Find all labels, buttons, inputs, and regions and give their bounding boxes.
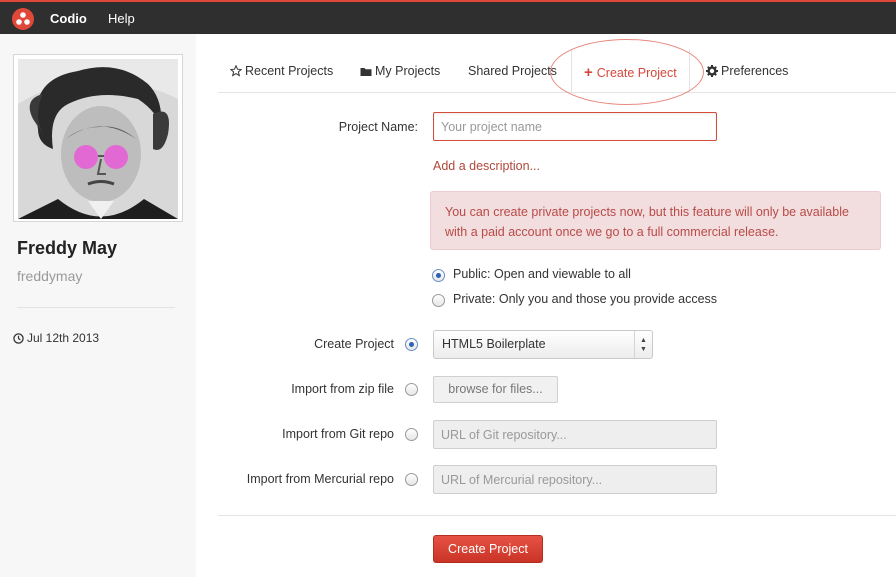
tab-label: Preferences bbox=[721, 64, 789, 78]
create-project-button[interactable]: Create Project bbox=[433, 535, 543, 563]
clock-icon bbox=[13, 333, 24, 344]
profile-sidebar: Freddy May freddymay Jul 12th 2013 bbox=[0, 34, 196, 577]
star-outline-icon bbox=[229, 64, 243, 77]
import-zip-radio[interactable] bbox=[405, 383, 418, 396]
folder-icon bbox=[360, 68, 372, 76]
joined-date-text: Jul 12th 2013 bbox=[27, 331, 100, 345]
codio-logo-icon[interactable] bbox=[12, 8, 34, 30]
gear-icon bbox=[706, 65, 718, 77]
user-handle: freddymay bbox=[17, 268, 83, 284]
tab-label: Shared Projects bbox=[468, 64, 557, 78]
tab-recent-projects[interactable]: Recent Projects bbox=[229, 64, 334, 78]
select-updown-icon: ▲ ▼ bbox=[634, 331, 652, 358]
browse-files-button[interactable]: browse for files... bbox=[433, 376, 558, 403]
form-divider bbox=[218, 515, 896, 516]
project-name-input[interactable] bbox=[433, 112, 717, 141]
import-mercurial-label: Import from Mercurial repo bbox=[246, 472, 394, 486]
tab-label: Recent Projects bbox=[245, 64, 334, 78]
create-project-source-label: Create Project bbox=[314, 337, 394, 351]
tab-label: Create Project bbox=[596, 66, 677, 80]
sidebar-divider bbox=[17, 307, 175, 308]
tab-shared-projects[interactable]: Shared Projects bbox=[468, 64, 557, 78]
import-git-radio[interactable] bbox=[405, 428, 418, 441]
template-select-value: HTML5 Boilerplate bbox=[442, 337, 546, 351]
tab-my-projects[interactable]: My Projects bbox=[360, 64, 440, 78]
private-radio-label[interactable]: Private: Only you and those you provide … bbox=[453, 292, 717, 306]
import-zip-label: Import from zip file bbox=[291, 382, 394, 396]
user-display-name: Freddy May bbox=[17, 238, 118, 258]
private-radio[interactable] bbox=[432, 294, 445, 307]
help-link[interactable]: Help bbox=[108, 11, 135, 26]
tab-label: My Projects bbox=[375, 64, 441, 78]
public-radio[interactable] bbox=[432, 269, 445, 282]
joined-date: Jul 12th 2013 bbox=[13, 331, 99, 345]
template-select[interactable]: HTML5 Boilerplate ▲ ▼ bbox=[433, 330, 653, 359]
project-name-label: Project Name: bbox=[338, 120, 418, 134]
create-project-radio[interactable] bbox=[405, 338, 418, 351]
git-url-input[interactable] bbox=[433, 420, 717, 449]
avatar[interactable] bbox=[18, 59, 178, 219]
tab-preferences[interactable]: Preferences bbox=[706, 64, 788, 78]
plus-icon: + bbox=[584, 64, 593, 81]
add-description-link[interactable]: Add a description... bbox=[433, 159, 540, 173]
main-panel: Recent Projects My Projects Shared Proje… bbox=[218, 34, 896, 577]
tab-create-project[interactable]: + Create Project bbox=[571, 49, 690, 92]
top-navbar: Codio Help bbox=[0, 0, 896, 34]
public-radio-label[interactable]: Public: Open and viewable to all bbox=[453, 267, 631, 281]
private-projects-alert: You can create private projects now, but… bbox=[430, 191, 881, 250]
avatar-frame bbox=[13, 54, 183, 222]
brand-link[interactable]: Codio bbox=[50, 11, 87, 26]
import-git-label: Import from Git repo bbox=[282, 427, 394, 441]
mercurial-url-input[interactable] bbox=[433, 465, 717, 494]
project-tabs: Recent Projects My Projects Shared Proje… bbox=[218, 34, 896, 93]
import-mercurial-radio[interactable] bbox=[405, 473, 418, 486]
